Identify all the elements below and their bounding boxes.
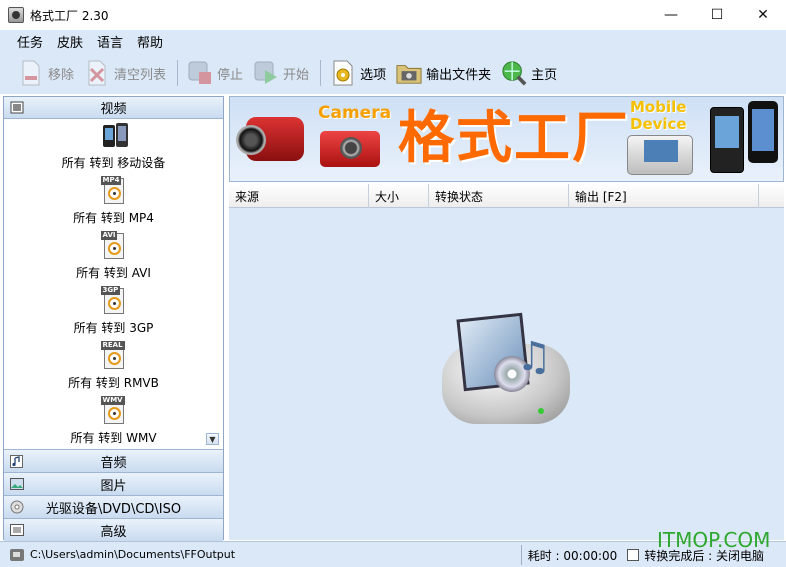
task-table-header: 来源 大小 转换状态 输出 [F2]	[229, 184, 784, 208]
category-panel: 视频 所有 转到 移动设备 MP4 所有 转到 MP4 AVI 所有 转到 AV…	[3, 96, 224, 541]
category-advanced[interactable]: 高级	[4, 518, 223, 541]
options-button[interactable]: 选项	[326, 55, 390, 91]
camcorder-image	[236, 111, 310, 169]
column-output[interactable]: 输出 [F2]	[569, 184, 759, 208]
video-category-icon	[9, 100, 25, 115]
watermark: ITMOP.COM	[657, 528, 771, 552]
gear-icon	[330, 59, 356, 87]
menu-language[interactable]: 语言	[90, 32, 130, 51]
format-label: 所有 转到 RMVB	[68, 376, 159, 390]
stop-label: 停止	[217, 67, 244, 83]
start-label: 开始	[283, 67, 310, 83]
output-folder-label: 输出文件夹	[426, 67, 492, 83]
rmvb-file-icon: REAL	[100, 341, 127, 371]
mobile-devices-icon	[101, 121, 128, 151]
banner: Camera 格式工厂 Mobile Device	[229, 96, 784, 182]
menu-bar: 任务 皮肤 语言 帮助	[0, 30, 786, 52]
menu-task[interactable]: 任务	[10, 32, 50, 51]
format-item-mp4[interactable]: MP4 所有 转到 MP4	[4, 174, 223, 229]
folder-icon	[396, 59, 422, 87]
format-item-3gp[interactable]: 3GP 所有 转到 3GP	[4, 284, 223, 339]
window-controls: — ☐ ✕	[648, 0, 786, 30]
home-button[interactable]: 主页	[497, 55, 561, 91]
shutdown-after-checkbox[interactable]	[627, 549, 640, 561]
output-folder-icon[interactable]	[10, 548, 24, 561]
format-item-mobile[interactable]: 所有 转到 移动设备	[4, 119, 223, 174]
category-video-label: 视频	[100, 102, 127, 117]
globe-search-icon	[501, 59, 527, 87]
category-rom-label: 光驱设备\DVD\CD\ISO	[45, 501, 182, 517]
clear-list-label: 清空列表	[114, 67, 167, 83]
column-source[interactable]: 来源	[229, 184, 369, 208]
phone-image	[627, 135, 693, 175]
toolbar: 移除 清空列表 停止 开始 选项 输出文件夹 主页	[0, 52, 786, 94]
picture-icon	[9, 477, 24, 491]
title-bar: 格式工厂 2.30 — ☐ ✕	[0, 0, 786, 30]
column-size[interactable]: 大小	[369, 184, 429, 208]
category-rom-device[interactable]: 光驱设备\DVD\CD\ISO	[4, 495, 223, 518]
toolbar-divider	[320, 60, 322, 86]
advanced-list-icon	[9, 523, 24, 537]
format-label: 所有 转到 MP4	[73, 211, 154, 225]
menu-help[interactable]: 帮助	[130, 32, 170, 51]
toolbar-divider	[177, 60, 179, 86]
category-image-label: 图片	[100, 478, 127, 494]
close-button[interactable]: ✕	[740, 0, 786, 30]
wmv-file-icon: WMV	[100, 396, 127, 426]
category-audio[interactable]: 音频	[4, 449, 223, 472]
remove-button[interactable]: 移除	[14, 55, 78, 91]
stop-button[interactable]: 停止	[183, 55, 247, 91]
video-format-list: 所有 转到 移动设备 MP4 所有 转到 MP4 AVI 所有 转到 AVI 3…	[4, 119, 223, 449]
window-title: 格式工厂 2.30	[30, 8, 109, 23]
category-image[interactable]: 图片	[4, 472, 223, 495]
output-path: C:\Users\admin\Documents\FFOutput	[30, 548, 236, 561]
banner-mobile-text: Mobile Device	[630, 99, 687, 133]
start-button[interactable]: 开始	[249, 55, 313, 91]
minimize-button[interactable]: —	[648, 0, 694, 30]
digital-camera-image	[320, 131, 380, 167]
banner-mobile-line1: Mobile	[630, 98, 687, 116]
output-folder-button[interactable]: 输出文件夹	[392, 55, 495, 91]
format-factory-logo: ♫	[442, 312, 572, 424]
music-note-icon	[9, 454, 24, 468]
start-icon	[253, 59, 279, 87]
format-label: 所有 转到 移动设备	[61, 156, 166, 170]
task-list-area[interactable]: ♫	[229, 208, 784, 540]
banner-title: 格式工厂	[398, 105, 630, 171]
format-item-avi[interactable]: AVI 所有 转到 AVI	[4, 229, 223, 284]
scroll-down-arrow-icon[interactable]: ▼	[206, 433, 219, 445]
format-label: 所有 转到 AVI	[76, 266, 151, 280]
menu-skin[interactable]: 皮肤	[50, 32, 90, 51]
remove-doc-icon	[18, 59, 44, 87]
banner-mobile-line2: Device	[630, 115, 687, 133]
category-audio-label: 音频	[100, 455, 127, 471]
format-item-wmv[interactable]: WMV 所有 转到 WMV	[4, 394, 223, 449]
disc-icon	[9, 500, 24, 514]
format-label: 所有 转到 WMV	[70, 431, 157, 445]
category-advanced-label: 高级	[100, 524, 127, 540]
category-video[interactable]: 视频	[4, 97, 223, 119]
3gp-file-icon: 3GP	[100, 286, 127, 316]
app-icon	[8, 7, 24, 23]
clear-list-icon	[84, 59, 110, 87]
options-label: 选项	[360, 67, 387, 83]
column-status[interactable]: 转换状态	[429, 184, 569, 208]
remove-label: 移除	[48, 67, 75, 83]
home-label: 主页	[531, 67, 558, 83]
avi-file-icon: AVI	[100, 231, 127, 261]
format-item-rmvb[interactable]: REAL 所有 转到 RMVB	[4, 339, 223, 394]
format-label: 所有 转到 3GP	[73, 321, 154, 335]
stop-icon	[187, 59, 213, 87]
mp4-file-icon: MP4	[100, 176, 127, 206]
phone-image	[748, 101, 778, 163]
clear-list-button[interactable]: 清空列表	[80, 55, 170, 91]
phone-image	[710, 107, 744, 173]
maximize-button[interactable]: ☐	[694, 0, 740, 30]
banner-camera-text: Camera	[318, 103, 392, 123]
elapsed-time: 耗时 : 00:00:00	[520, 545, 624, 565]
